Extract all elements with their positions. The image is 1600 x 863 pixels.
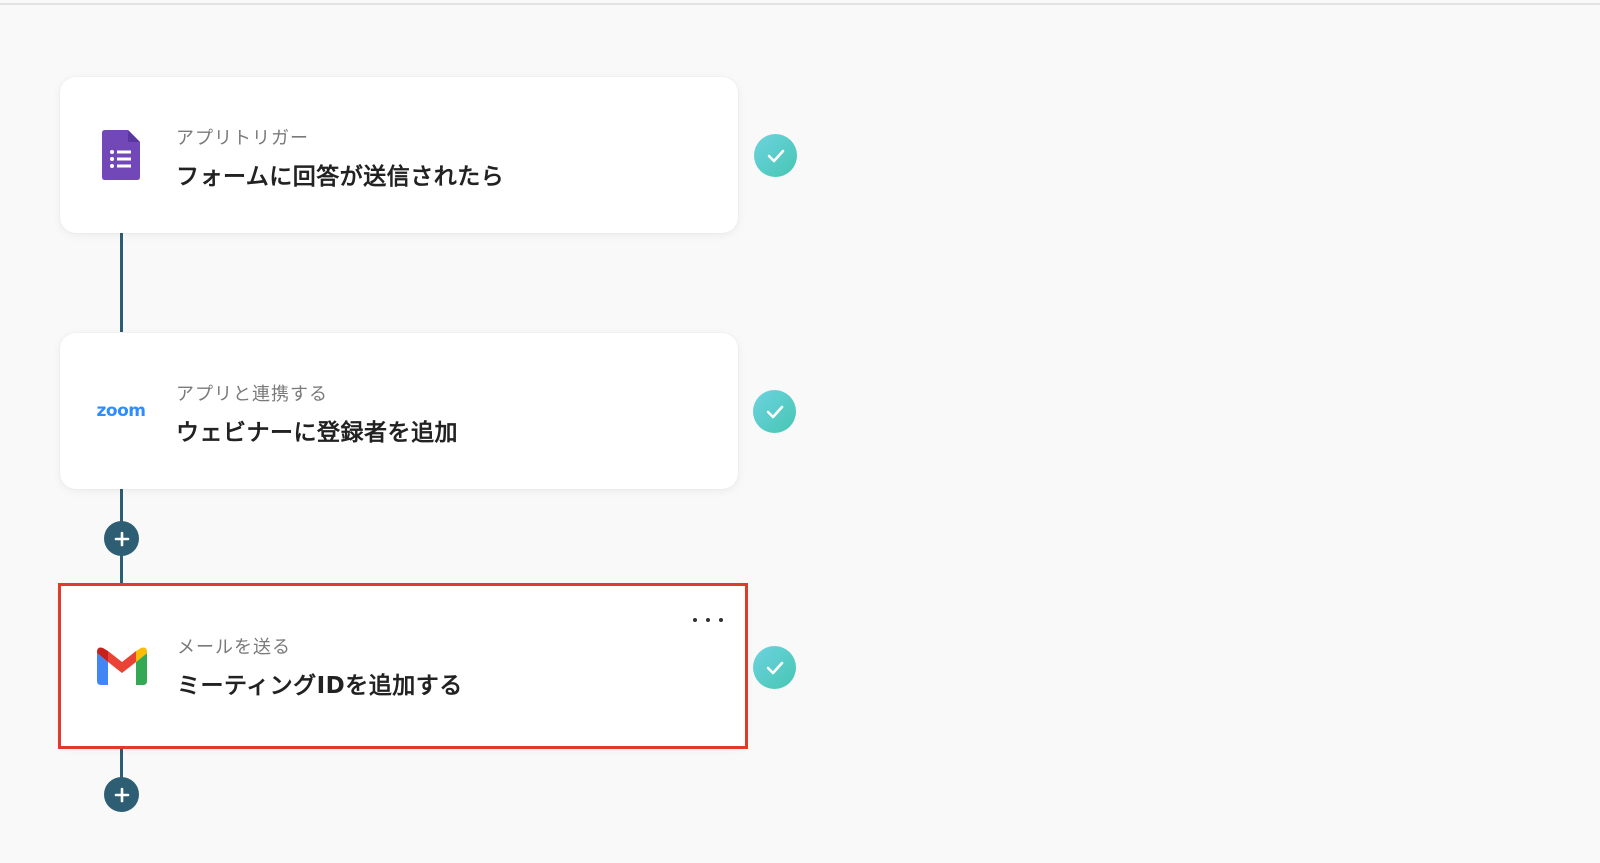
more-options-button[interactable] [693, 610, 723, 630]
step-title: フォームに回答が送信されたら [176, 164, 505, 190]
check-icon [754, 134, 797, 177]
step-title: ミーティングIDを追加する [177, 673, 463, 699]
check-icon [753, 390, 796, 433]
zoom-icon: zoom [96, 401, 146, 421]
more-horizontal-icon [693, 618, 697, 622]
flow-step-trigger[interactable]: アプリトリガー フォームに回答が送信されたら [60, 77, 738, 233]
plus-icon [114, 531, 129, 546]
flow-step-zoom[interactable]: zoom アプリと連携する ウェビナーに登録者を追加 [60, 333, 738, 489]
add-step-button[interactable] [104, 521, 139, 556]
step-label: アプリと連携する [176, 384, 328, 405]
top-divider [0, 3, 1600, 5]
flow-step-send-mail[interactable]: メールを送る ミーティングIDを追加する [58, 583, 748, 749]
check-icon [753, 646, 796, 689]
step-label: メールを送る [177, 637, 291, 658]
add-step-button[interactable] [104, 777, 139, 812]
step-label: アプリトリガー [176, 128, 309, 149]
plus-icon [114, 787, 129, 802]
flow-connector [120, 232, 123, 332]
gmail-icon [93, 638, 151, 694]
step-title: ウェビナーに登録者を追加 [176, 420, 458, 446]
google-forms-icon [92, 127, 150, 183]
